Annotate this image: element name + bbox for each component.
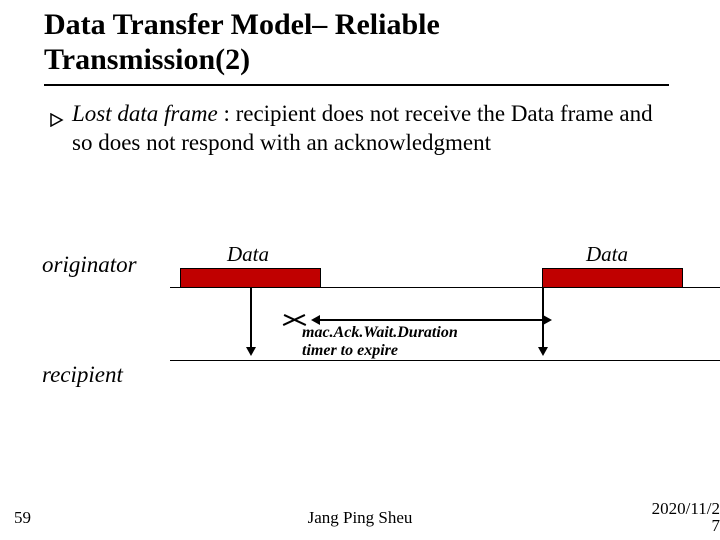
originator-label: originator (42, 252, 137, 278)
wait-interval-line (320, 319, 544, 321)
timer-label: mac.Ack.Wait.Duration timer to expire (302, 324, 458, 360)
timing-diagram: originator recipient Data Data mac.Ack.W… (0, 240, 720, 450)
arrowhead-down-icon (246, 347, 256, 356)
footer-date-tail: 7 (712, 516, 720, 535)
arrowhead-right-icon (543, 315, 552, 325)
data-label-1: Data (227, 242, 269, 267)
transmission-arrow-1 (250, 288, 252, 348)
title-line-2: Transmission(2) (44, 43, 250, 76)
timer-line-1: mac.Ack.Wait.Duration (302, 324, 458, 341)
data-frame-bar-1 (180, 268, 321, 288)
bullet-item: Lost data frame : recipient does not rec… (72, 100, 672, 158)
arrowhead-down-icon (538, 347, 548, 356)
arrowhead-left-icon (311, 315, 320, 325)
bullet-lead: Lost data frame (72, 101, 218, 126)
slide: Data Transfer Model– Reliable Transmissi… (0, 0, 720, 540)
data-frame-bar-2 (542, 268, 683, 288)
recipient-timeline (170, 360, 720, 361)
slide-title: Data Transfer Model– Reliable Transmissi… (44, 8, 440, 77)
title-line-1: Data Transfer Model– Reliable (44, 8, 440, 41)
data-label-2: Data (586, 242, 628, 267)
footer-date: 2020/11/2 7 (652, 500, 720, 534)
footer-date-main: 2020/11/2 (652, 499, 720, 518)
bullet-arrow-icon (50, 106, 64, 135)
title-underline (44, 84, 669, 86)
footer-author: Jang Ping Sheu (0, 508, 720, 528)
timer-line-2: timer to expire (302, 342, 398, 359)
recipient-label: recipient (42, 362, 123, 388)
